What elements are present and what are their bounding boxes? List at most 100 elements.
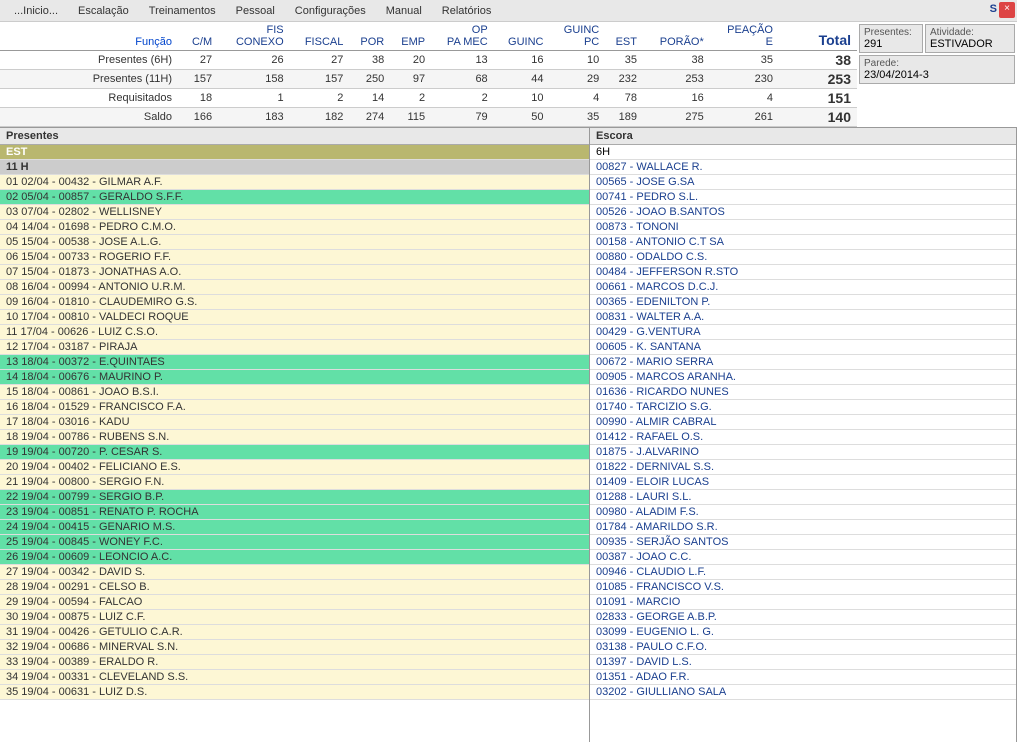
list-item[interactable]: 00526 - JOAO B.SANTOS <box>590 205 1016 220</box>
list-item[interactable]: 12 17/04 - 03187 - PIRAJA <box>0 340 589 355</box>
list-item[interactable]: 03138 - PAULO C.F.O. <box>590 640 1016 655</box>
list-item[interactable]: 00827 - WALLACE R. <box>590 160 1016 175</box>
list-item[interactable]: 16 18/04 - 01529 - FRANCISCO F.A. <box>0 400 589 415</box>
list-item[interactable]: 01875 - J.ALVARINO <box>590 445 1016 460</box>
list-item[interactable]: 00905 - MARCOS ARANHA. <box>590 370 1016 385</box>
list-item[interactable]: 02833 - GEORGE A.B.P. <box>590 610 1016 625</box>
list-item[interactable]: 00980 - ALADIM F.S. <box>590 505 1016 520</box>
list-item[interactable]: 27 19/04 - 00342 - DAVID S. <box>0 565 589 580</box>
list-item[interactable]: 22 19/04 - 00799 - SERGIO B.P. <box>0 490 589 505</box>
summary-cell: 16 <box>492 51 548 70</box>
col-cm[interactable]: C/M <box>180 22 216 51</box>
list-item[interactable]: 04 14/04 - 01698 - PEDRO C.M.O. <box>0 220 589 235</box>
list-item[interactable]: 00365 - EDENILTON P. <box>590 295 1016 310</box>
list-item[interactable]: 00429 - G.VENTURA <box>590 325 1016 340</box>
col-guincpc[interactable]: GUINCPC <box>547 22 603 51</box>
list-item[interactable]: 01740 - TARCIZIO S.G. <box>590 400 1016 415</box>
list-item[interactable]: 01288 - LAURI S.L. <box>590 490 1016 505</box>
list-item[interactable]: 26 19/04 - 00609 - LEONCIO A.C. <box>0 550 589 565</box>
list-item[interactable]: 29 19/04 - 00594 - FALCAO <box>0 595 589 610</box>
list-item[interactable]: 01822 - DERNIVAL S.S. <box>590 460 1016 475</box>
list-item[interactable]: 01412 - RAFAEL O.S. <box>590 430 1016 445</box>
column-funcao[interactable]: Função <box>0 22 180 51</box>
list-item[interactable]: 35 19/04 - 00631 - LUIZ D.S. <box>0 685 589 700</box>
col-emp[interactable]: EMP <box>388 22 429 51</box>
summary-row: Saldo166183182274115795035189275261140 <box>0 108 857 127</box>
list-item[interactable]: 00565 - JOSE G.SA <box>590 175 1016 190</box>
list-item[interactable]: 03099 - EUGENIO L. G. <box>590 625 1016 640</box>
list-item[interactable]: 01351 - ADAO F.R. <box>590 670 1016 685</box>
list-item[interactable]: 01091 - MARCIO <box>590 595 1016 610</box>
list-item[interactable]: 18 19/04 - 00786 - RUBENS S.N. <box>0 430 589 445</box>
list-item[interactable]: 00873 - TONONI <box>590 220 1016 235</box>
col-peaoe[interactable]: PEAÇÃOE <box>708 22 777 51</box>
list-item[interactable]: 23 19/04 - 00851 - RENATO P. ROCHA <box>0 505 589 520</box>
list-item[interactable]: 20 19/04 - 00402 - FELICIANO E.S. <box>0 460 589 475</box>
list-item[interactable]: 00741 - PEDRO S.L. <box>590 190 1016 205</box>
list-item[interactable]: 00387 - JOAO C.C. <box>590 550 1016 565</box>
menu-configuraes[interactable]: Configurações <box>285 2 376 20</box>
list-item[interactable]: 01397 - DAVID L.S. <box>590 655 1016 670</box>
list-item[interactable]: 02 05/04 - 00857 - GERALDO S.F.F. <box>0 190 589 205</box>
col-poro[interactable]: PORÃO* <box>641 22 708 51</box>
list-item[interactable]: 17 18/04 - 03016 - KADU <box>0 415 589 430</box>
menu-manual[interactable]: Manual <box>376 2 432 20</box>
list-item[interactable]: 34 19/04 - 00331 - CLEVELAND S.S. <box>0 670 589 685</box>
list-item[interactable]: 00158 - ANTONIO C.T SA <box>590 235 1016 250</box>
list-item[interactable]: 30 19/04 - 00875 - LUIZ C.F. <box>0 610 589 625</box>
summary-cell: 79 <box>429 108 492 127</box>
menubar: ...Inicio...EscalaçãoTreinamentosPessoal… <box>0 0 1017 22</box>
list-item[interactable]: 01 02/04 - 00432 - GILMAR A.F. <box>0 175 589 190</box>
col-por[interactable]: POR <box>347 22 388 51</box>
list-item[interactable]: 00484 - JEFFERSON R.STO <box>590 265 1016 280</box>
list-item[interactable]: 19 19/04 - 00720 - P. CESAR S. <box>0 445 589 460</box>
list-item[interactable]: 00946 - CLAUDIO L.F. <box>590 565 1016 580</box>
list-item[interactable]: 03 07/04 - 02802 - WELLISNEY <box>0 205 589 220</box>
list-item[interactable]: 09 16/04 - 01810 - CLAUDEMIRO G.S. <box>0 295 589 310</box>
list-item[interactable]: 32 19/04 - 00686 - MINERVAL S.N. <box>0 640 589 655</box>
list-item[interactable]: 33 19/04 - 00389 - ERALDO R. <box>0 655 589 670</box>
presentes-value: 291 <box>864 38 918 50</box>
list-item[interactable]: 03202 - GIULLIANO SALA <box>590 685 1016 700</box>
list-item[interactable]: 05 15/04 - 00538 - JOSE A.L.G. <box>0 235 589 250</box>
list-item[interactable]: 13 18/04 - 00372 - E.QUINTAES <box>0 355 589 370</box>
list-item[interactable]: 00880 - ODALDO C.S. <box>590 250 1016 265</box>
list-item[interactable]: 00661 - MARCOS D.C.J. <box>590 280 1016 295</box>
list-item[interactable]: 00935 - SERJÃO SANTOS <box>590 535 1016 550</box>
list-item[interactable]: 07 15/04 - 01873 - JONATHAS A.O. <box>0 265 589 280</box>
col-est[interactable]: EST <box>603 22 641 51</box>
list-item[interactable]: 00990 - ALMIR CABRAL <box>590 415 1016 430</box>
list-item[interactable]: 00605 - K. SANTANA <box>590 340 1016 355</box>
list-item[interactable]: 01085 - FRANCISCO V.S. <box>590 580 1016 595</box>
list-item[interactable]: 28 19/04 - 00291 - CELSO B. <box>0 580 589 595</box>
menu-inicio[interactable]: ...Inicio... <box>4 2 68 20</box>
list-item[interactable]: 15 18/04 - 00861 - JOAO B.S.I. <box>0 385 589 400</box>
col-fisconexo[interactable]: FISCONEXO <box>216 22 287 51</box>
list-item[interactable]: 21 19/04 - 00800 - SERGIO F.N. <box>0 475 589 490</box>
right-header-hour[interactable]: 6H <box>590 145 1016 160</box>
menu-treinamentos[interactable]: Treinamentos <box>139 2 226 20</box>
col-oppamec[interactable]: OPPA MEC <box>429 22 492 51</box>
list-item[interactable]: 08 16/04 - 00994 - ANTONIO U.R.M. <box>0 280 589 295</box>
presentes-label: Presentes: <box>864 27 918 38</box>
left-header-est[interactable]: EST <box>0 145 589 160</box>
menu-pessoal[interactable]: Pessoal <box>226 2 285 20</box>
list-item[interactable]: 14 18/04 - 00676 - MAURINO P. <box>0 370 589 385</box>
list-item[interactable]: 25 19/04 - 00845 - WONEY F.C. <box>0 535 589 550</box>
menu-escalao[interactable]: Escalação <box>68 2 139 20</box>
list-item[interactable]: 24 19/04 - 00415 - GENARIO M.S. <box>0 520 589 535</box>
col-fiscal[interactable]: FISCAL <box>288 22 348 51</box>
close-icon[interactable]: × <box>999 2 1015 18</box>
left-header-hour[interactable]: 11 H <box>0 160 589 175</box>
list-item[interactable]: 01784 - AMARILDO S.R. <box>590 520 1016 535</box>
list-item[interactable]: 01409 - ELOIR LUCAS <box>590 475 1016 490</box>
list-item[interactable]: 06 15/04 - 00733 - ROGERIO F.F. <box>0 250 589 265</box>
list-item[interactable]: 01636 - RICARDO NUNES <box>590 385 1016 400</box>
list-item[interactable]: 11 17/04 - 00626 - LUIZ C.S.O. <box>0 325 589 340</box>
list-item[interactable]: 00831 - WALTER A.A. <box>590 310 1016 325</box>
menu-relatrios[interactable]: Relatórios <box>432 2 502 20</box>
list-item[interactable]: 00672 - MARIO SERRA <box>590 355 1016 370</box>
col-guinc[interactable]: GUINC <box>492 22 548 51</box>
list-item[interactable]: 31 19/04 - 00426 - GETULIO C.A.R. <box>0 625 589 640</box>
list-item[interactable]: 10 17/04 - 00810 - VALDECI ROQUE <box>0 310 589 325</box>
